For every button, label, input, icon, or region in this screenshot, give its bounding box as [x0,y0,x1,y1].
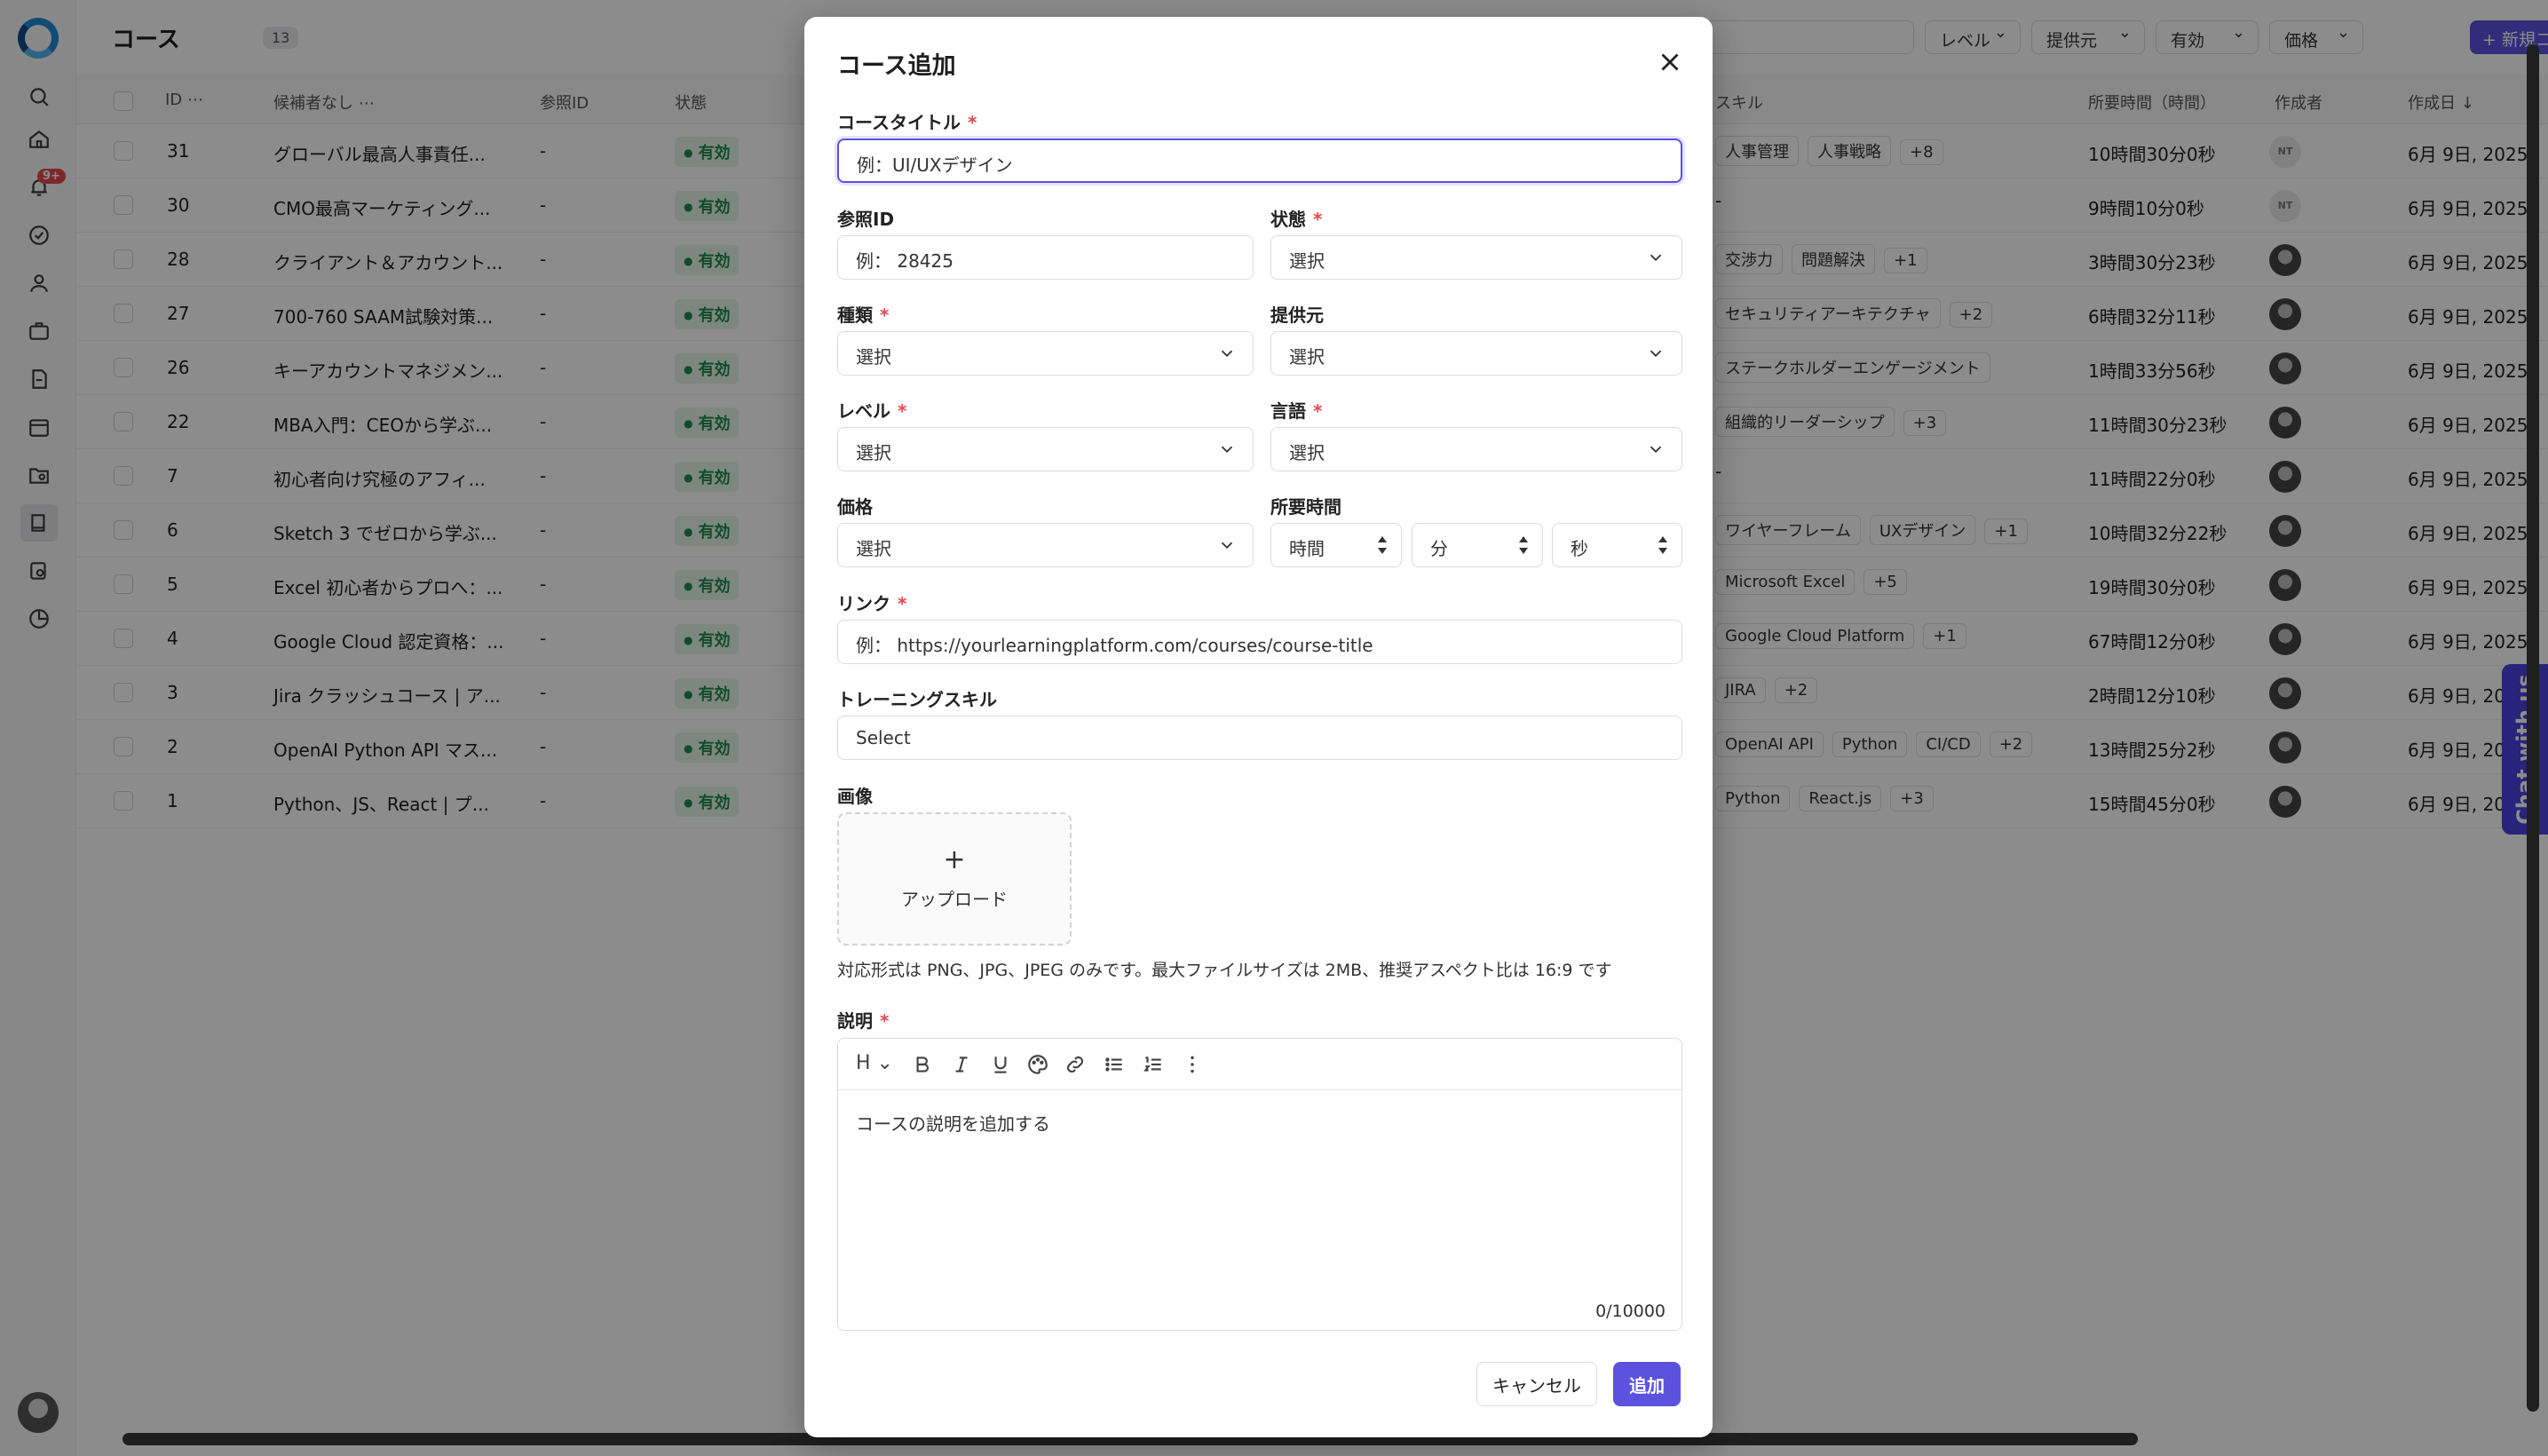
description-editor[interactable]: H ⌄ コースの説明を追加する 0/10000 [837,1038,1682,1331]
status-select[interactable]: 選択 [1270,235,1682,280]
underline-icon[interactable] [989,1053,1012,1076]
course-title-label: コースタイトル * [837,112,977,133]
link-icon[interactable] [1064,1053,1087,1076]
training-skills-label: トレーニングスキル [837,689,997,710]
course-title-input[interactable]: 例：UI/UXデザイン [837,138,1682,183]
palette-icon[interactable] [1026,1053,1049,1076]
ref-id-label: 参照ID [837,209,895,230]
chevron-down-icon [1217,344,1237,363]
stepper-arrows-icon[interactable] [1657,533,1669,558]
ref-id-input[interactable]: 例： 28425 [837,235,1254,280]
bold-icon[interactable] [911,1053,934,1076]
upload-label: アップロード [901,889,1008,910]
editor-toolbar: H ⌄ [838,1039,1682,1090]
description-placeholder: コースの説明を追加する [856,1113,1050,1135]
chevron-down-icon [1217,535,1237,555]
provider-select[interactable]: 選択 [1270,331,1682,376]
plus-icon: + [943,844,966,875]
more-options-icon[interactable] [1181,1053,1204,1076]
add-course-dialog: コース追加 コースタイトル * 例：UI/UXデザイン 参照ID 例： 28425… [804,17,1713,1437]
type-select[interactable]: 選択 [837,331,1254,376]
description-label: 説明 * [837,1010,890,1032]
numbered-list-icon[interactable] [1142,1053,1165,1076]
heading-dropdown[interactable]: H ⌄ [856,1052,895,1075]
stepper-arrows-icon[interactable] [1517,533,1530,558]
price-label: 価格 [837,496,873,518]
chevron-down-icon [1646,248,1666,267]
chevron-down-icon [1646,439,1666,459]
close-icon[interactable] [1655,47,1685,77]
add-button[interactable]: 追加 [1613,1362,1681,1406]
character-counter: 0/10000 [1595,1302,1666,1321]
status-label: 状態 * [1270,209,1323,230]
price-select[interactable]: 選択 [837,523,1254,567]
level-label: レベル * [837,400,907,422]
language-label: 言語 * [1270,400,1323,422]
image-label: 画像 [837,786,873,807]
chevron-down-icon [1217,439,1237,459]
link-input[interactable]: 例： https://yourlearningplatform.com/cour… [837,620,1682,664]
chevron-down-icon [1646,344,1666,363]
link-label: リンク * [837,593,907,614]
provider-label: 提供元 [1270,305,1324,326]
dialog-title: コース追加 [837,52,956,80]
cancel-button[interactable]: キャンセル [1476,1362,1597,1406]
duration-hours-stepper[interactable]: 時間 [1270,523,1402,567]
training-skills-select[interactable]: Select [837,716,1682,760]
type-label: 種類 * [837,305,890,326]
duration-seconds-stepper[interactable]: 秒 [1552,523,1682,567]
duration-label: 所要時間 [1270,496,1341,518]
bullet-list-icon[interactable] [1103,1053,1126,1076]
italic-icon[interactable] [950,1053,973,1076]
level-select[interactable]: 選択 [837,427,1254,471]
image-hint: 対応形式は PNG、JPG、JPEG のみです。最大ファイルサイズは 2MB、推… [837,961,1612,980]
image-upload-button[interactable]: + アップロード [837,812,1072,946]
language-select[interactable]: 選択 [1270,427,1682,471]
duration-minutes-stepper[interactable]: 分 [1412,523,1543,567]
stepper-arrows-icon[interactable] [1376,533,1389,558]
